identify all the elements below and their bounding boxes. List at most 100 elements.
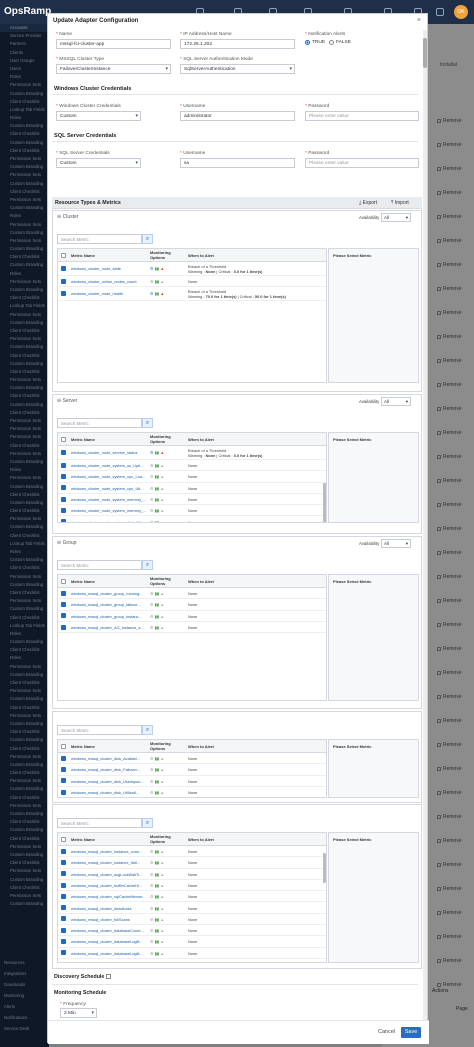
alert-icon[interactable]: ▲ bbox=[160, 614, 164, 619]
search-metric-input[interactable]: Search Metric bbox=[57, 818, 142, 828]
settings-icon[interactable]: ⚙ bbox=[150, 962, 155, 963]
search-button[interactable]: ⌕ bbox=[142, 725, 153, 735]
row-checkbox[interactable] bbox=[61, 882, 66, 888]
table-row[interactable]: windows_mssql_cluster_disk_Utilizati... ⚙… bbox=[58, 787, 326, 797]
row-checkbox[interactable] bbox=[61, 905, 66, 911]
row-checkbox[interactable] bbox=[61, 485, 66, 491]
metric-name-link[interactable]: windows_cluster_node_health bbox=[71, 287, 147, 301]
select-all-checkbox[interactable] bbox=[61, 744, 66, 749]
metric-name-link[interactable]: windows_mssql_cluster_deadlocks bbox=[71, 903, 147, 914]
alert-icon[interactable]: ▲ bbox=[160, 279, 164, 284]
row-checkbox[interactable] bbox=[61, 462, 66, 468]
metric-name-link[interactable]: windows_cluster_node_system_cpu_Loa... bbox=[71, 471, 147, 482]
alert-icon[interactable]: ▲ bbox=[160, 849, 164, 854]
metric-name-link[interactable]: windows_cluster_online_nodes_count bbox=[71, 276, 147, 287]
win-pass-input[interactable]: Please enter value bbox=[305, 111, 419, 121]
metric-name-link[interactable]: windows_mssql_cluster_AG_instance_s... bbox=[71, 622, 147, 633]
row-checkbox[interactable] bbox=[61, 624, 66, 630]
search-button[interactable]: ⌕ bbox=[142, 818, 153, 828]
import-button[interactable]: ⤒ Import bbox=[391, 200, 409, 206]
table-row[interactable]: windows_cluster_node_system_os_Upti... ⚙ … bbox=[58, 460, 326, 472]
row-checkbox[interactable] bbox=[61, 507, 66, 513]
select-all-checkbox[interactable] bbox=[61, 437, 66, 442]
row-checkbox[interactable] bbox=[61, 859, 66, 865]
row-checkbox[interactable] bbox=[61, 939, 66, 945]
alert-icon[interactable]: ▲ bbox=[160, 928, 164, 933]
alert-icon[interactable]: ▲ bbox=[160, 894, 164, 899]
table-row[interactable]: windows_mssql_cluster_disk_Usedspac... ⚙ … bbox=[58, 776, 326, 787]
cluster-type-select[interactable]: FailoverClusterInstance bbox=[56, 64, 171, 74]
frequency-select[interactable]: 2 Min bbox=[60, 1008, 97, 1018]
alert-icon[interactable]: ▲ bbox=[160, 463, 164, 468]
name-input[interactable]: mssql-fci-cluster-app bbox=[56, 39, 171, 49]
alert-icon[interactable]: ▲ bbox=[160, 917, 164, 922]
alert-icon[interactable]: ▲ bbox=[160, 779, 164, 784]
table-row[interactable]: windows_mssql_cluster_bufferCacheHi... ⚙ … bbox=[58, 880, 326, 892]
metric-name-link[interactable]: windows_mssql_cluster_disk_Failover... bbox=[71, 764, 147, 775]
table-row[interactable]: windows_cluster_node_health ⚙ ▮▮ ▲ Breach … bbox=[58, 287, 326, 302]
metric-name-link[interactable]: windows_mssql_cluster_serverUptime bbox=[71, 959, 147, 962]
table-row[interactable]: windows_mssql_cluster_group_instanc... ⚙ … bbox=[58, 611, 326, 622]
row-checkbox[interactable] bbox=[61, 778, 66, 784]
table-scrollbar[interactable] bbox=[323, 853, 326, 883]
row-checkbox[interactable] bbox=[61, 848, 66, 854]
metric-name-link[interactable]: windows_mssql_cluster_group_instanc... bbox=[71, 611, 147, 622]
search-button[interactable]: ⌕ bbox=[142, 418, 153, 428]
availability-select[interactable]: All bbox=[381, 213, 411, 222]
auth-mode-select[interactable]: SqlServerAuthentication bbox=[180, 64, 295, 74]
graph-icon[interactable]: ▮▮ bbox=[155, 962, 161, 963]
win-cred-select[interactable]: Custom bbox=[56, 111, 141, 121]
row-checkbox[interactable] bbox=[61, 613, 66, 619]
table-row[interactable]: windows_mssql_cluster_sqlCacheMemor... ⚙ … bbox=[58, 891, 326, 903]
section-toggle[interactable]: ⊖ Group bbox=[57, 540, 77, 546]
discovery-checkbox[interactable] bbox=[105, 974, 111, 980]
table-row[interactable]: windows_mssql_cluster_databaseLogfil... ⚙… bbox=[58, 936, 326, 948]
alert-icon[interactable]: ▲ bbox=[160, 520, 164, 523]
table-row[interactable]: windows_mssql_cluster_instance_conn... ⚙ … bbox=[58, 846, 326, 858]
metric-name-link[interactable]: windows_mssql_cluster_group_failove... bbox=[71, 599, 147, 610]
row-checkbox[interactable] bbox=[61, 496, 66, 502]
notif-true-radio[interactable] bbox=[305, 40, 310, 45]
alert-icon[interactable]: ▲ bbox=[160, 497, 164, 502]
avatar[interactable]: OK bbox=[454, 5, 468, 19]
table-row[interactable]: windows_mssql_cluster_serverUptime⚙ ▮▮ ▲… bbox=[58, 959, 326, 963]
alert-icon[interactable]: ▲ bbox=[160, 450, 164, 455]
metric-name-link[interactable]: windows_cluster_node_system_cpu_Uti... bbox=[71, 483, 147, 494]
alert-icon[interactable]: ▲ bbox=[160, 508, 164, 513]
metric-name-link[interactable]: windows_mssql_cluster_instance_conn... bbox=[71, 846, 147, 857]
row-checkbox[interactable] bbox=[61, 291, 66, 297]
metric-name-link[interactable]: windows_mssql_cluster_fullScans bbox=[71, 914, 147, 925]
alert-icon[interactable]: ▲ bbox=[160, 756, 164, 761]
alert-icon[interactable]: ▲ bbox=[160, 790, 164, 795]
row-checkbox[interactable] bbox=[61, 519, 66, 522]
search-metric-input[interactable]: Search Metric bbox=[57, 560, 142, 570]
row-checkbox[interactable] bbox=[61, 590, 66, 596]
table-row[interactable]: windows_cluster_node_service_status ⚙ ▮▮ … bbox=[58, 446, 326, 460]
alert-icon[interactable]: ▲ bbox=[160, 906, 164, 911]
metric-name-link[interactable]: windows_cluster_node_state bbox=[71, 262, 147, 276]
alert-icon[interactable]: ▲ bbox=[160, 767, 164, 772]
table-row[interactable]: windows_mssql_cluster_avgLockWaitTi... ⚙ … bbox=[58, 869, 326, 880]
table-row[interactable]: windows_mssql_cluster_deadlocks ⚙ ▮▮ ▲ Non… bbox=[58, 903, 326, 914]
metric-name-link[interactable]: windows_mssql_cluster_databaseCount... bbox=[71, 925, 147, 936]
row-checkbox[interactable] bbox=[61, 601, 66, 607]
table-scrollbar[interactable] bbox=[323, 483, 326, 522]
table-row[interactable]: windows_mssql_cluster_disk_Failover... ⚙ … bbox=[58, 764, 326, 776]
table-row[interactable]: windows_cluster_node_system_cpu_Uti... ⚙ … bbox=[58, 483, 326, 494]
alert-icon[interactable]: ▲ bbox=[160, 602, 164, 607]
alert-icon[interactable]: ▲ bbox=[160, 266, 164, 271]
row-checkbox[interactable] bbox=[61, 266, 66, 271]
modal-scrollbar[interactable] bbox=[423, 30, 427, 1020]
availability-select[interactable]: All bbox=[381, 397, 411, 406]
row-checkbox[interactable] bbox=[61, 950, 66, 956]
alert-icon[interactable]: ▲ bbox=[160, 883, 164, 888]
select-all-checkbox[interactable] bbox=[61, 837, 66, 842]
table-row[interactable]: windows_mssql_cluster_AG_instance_s... ⚙ … bbox=[58, 622, 326, 634]
section-toggle[interactable]: ⊖ Cluster bbox=[57, 214, 78, 220]
save-button[interactable]: Save bbox=[401, 1027, 421, 1038]
row-checkbox[interactable] bbox=[61, 755, 66, 761]
notif-false-radio[interactable] bbox=[329, 40, 334, 45]
export-button[interactable]: ⤓ Export bbox=[359, 200, 377, 206]
alert-icon[interactable]: ▲ bbox=[160, 625, 164, 630]
metric-name-link[interactable]: windows_cluster_node_system_memory_... bbox=[71, 505, 147, 516]
